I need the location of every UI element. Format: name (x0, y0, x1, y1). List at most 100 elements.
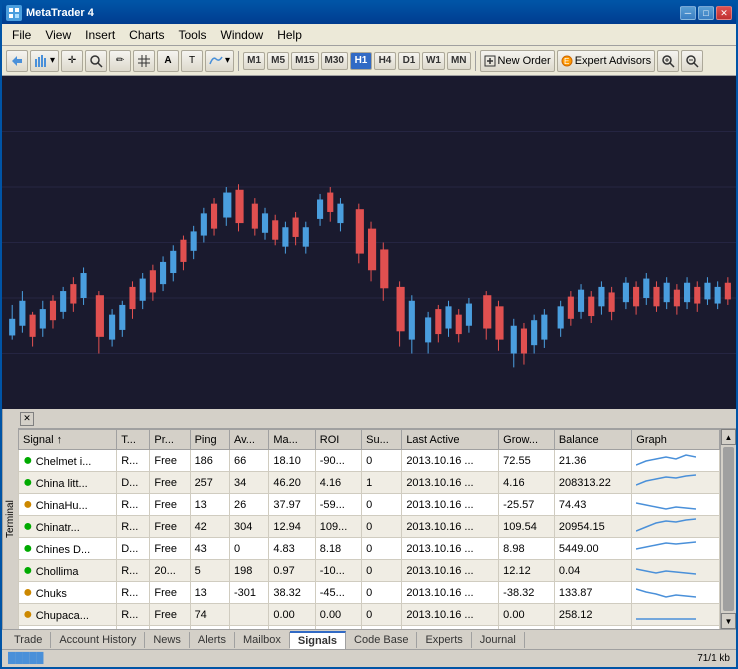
tab-journal[interactable]: Journal (472, 632, 525, 648)
cell-balance: 20954.15 (554, 516, 631, 538)
cell-ma: 38.32 (269, 582, 315, 604)
chart-area[interactable] (2, 76, 736, 409)
menu-help[interactable]: Help (271, 26, 308, 44)
toolbar-zoom-in[interactable] (657, 50, 679, 72)
tf-m15[interactable]: M15 (291, 52, 318, 70)
cell-last-active: 2013.10.16 ... (402, 604, 499, 626)
toolbar-chart-btn[interactable]: ▾ (30, 50, 59, 72)
cell-signal-name: ● Chelmet i... (19, 450, 117, 472)
tf-h1[interactable]: H1 (350, 52, 372, 70)
cell-su: 0 (362, 494, 402, 516)
cell-ma: 18.10 (269, 450, 315, 472)
table-row[interactable]: ● Chines D... D... Free 43 0 4.83 8.18 0… (19, 538, 720, 560)
cell-su: 0 (362, 538, 402, 560)
col-roi[interactable]: ROI (315, 430, 361, 450)
cell-signal-name: ● ChinaHu... (19, 494, 117, 516)
toolbar-arrow-btn[interactable] (6, 50, 28, 72)
cell-ma: 0.97 (269, 560, 315, 582)
cell-price: Free (150, 516, 190, 538)
tab-news[interactable]: News (145, 632, 190, 648)
cell-graph (632, 450, 720, 472)
toolbar-t-btn[interactable]: T (181, 50, 203, 72)
col-last-active[interactable]: Last Active (402, 430, 499, 450)
tab-code-base[interactable]: Code Base (346, 632, 417, 648)
toolbar-zoom-out[interactable] (681, 50, 703, 72)
menu-charts[interactable]: Charts (123, 26, 170, 44)
cell-grow: 8.98 (499, 538, 555, 560)
maximize-button[interactable]: □ (698, 6, 714, 20)
cell-type: R... (117, 582, 150, 604)
scroll-down-btn[interactable]: ▼ (721, 613, 736, 629)
table-row[interactable]: ● Chinatr... R... Free 42 304 12.94 109.… (19, 516, 720, 538)
toolbar-indicator-btn[interactable]: ▾ (205, 50, 234, 72)
toolbar-grid-btn[interactable] (133, 50, 155, 72)
toolbar-new-order[interactable]: New Order (480, 50, 555, 72)
cell-graph (632, 494, 720, 516)
signal-toolbar: ✕ (18, 409, 736, 429)
tab-alerts[interactable]: Alerts (190, 632, 235, 648)
table-row[interactable]: ● China litt... D... Free 257 34 46.20 4… (19, 472, 720, 494)
title-bar: MetaTrader 4 ─ □ ✕ (2, 2, 736, 24)
main-window: MetaTrader 4 ─ □ ✕ File View Insert Char… (0, 0, 738, 669)
cell-ping: 42 (190, 516, 229, 538)
col-ping[interactable]: Ping (190, 430, 229, 450)
col-type[interactable]: T... (117, 430, 150, 450)
scroll-up-btn[interactable]: ▲ (721, 429, 736, 445)
cell-last-active: 2013.10.16 ... (402, 560, 499, 582)
cell-type: R... (117, 560, 150, 582)
cell-balance: 21.36 (554, 450, 631, 472)
col-price[interactable]: Pr... (150, 430, 190, 450)
minimize-button[interactable]: ─ (680, 6, 696, 20)
cell-grow: 109.54 (499, 516, 555, 538)
cell-grow: 4.16 (499, 472, 555, 494)
menu-window[interactable]: Window (215, 26, 270, 44)
toolbar-a-btn[interactable]: A (157, 50, 179, 72)
tab-signals[interactable]: Signals (290, 631, 346, 649)
cell-grow: 72.55 (499, 450, 555, 472)
table-row[interactable]: ● Chollima R... 20... 5 198 0.97 -10... … (19, 560, 720, 582)
toolbar-pencil-btn[interactable]: ✏ (109, 50, 131, 72)
cell-price: Free (150, 538, 190, 560)
table-row[interactable]: ● Chuks R... Free 13 -301 38.32 -45... 0… (19, 582, 720, 604)
col-ma[interactable]: Ma... (269, 430, 315, 450)
menu-file[interactable]: File (6, 26, 37, 44)
tf-m30[interactable]: M30 (321, 52, 348, 70)
cell-graph (632, 538, 720, 560)
tf-d1[interactable]: D1 (398, 52, 420, 70)
scroll-thumb[interactable] (723, 447, 734, 611)
toolbar-cursor-btn[interactable]: ✛ (61, 50, 83, 72)
menu-tools[interactable]: Tools (173, 26, 213, 44)
menu-insert[interactable]: Insert (79, 26, 121, 44)
table-row[interactable]: ● Chupaca... R... Free 74 0.00 0.00 0 20… (19, 604, 720, 626)
toolbar-zoom-btn[interactable] (85, 50, 107, 72)
menu-view[interactable]: View (39, 26, 77, 44)
table-row[interactable]: ● Chelmet i... R... Free 186 66 18.10 -9… (19, 450, 720, 472)
tf-mn[interactable]: MN (447, 52, 471, 70)
tab-account-history[interactable]: Account History (51, 632, 145, 648)
tf-m1[interactable]: M1 (243, 52, 265, 70)
cell-roi: 0.00 (315, 604, 361, 626)
col-balance[interactable]: Balance (554, 430, 631, 450)
toolbar-expert-advisors[interactable]: E Expert Advisors (557, 50, 655, 72)
cell-type: R... (117, 604, 150, 626)
col-su[interactable]: Su... (362, 430, 402, 450)
status-bars: █████ (8, 653, 43, 664)
col-signal[interactable]: Signal ↑ (19, 430, 117, 450)
close-button[interactable]: ✕ (716, 6, 732, 20)
panel-close-btn[interactable]: ✕ (20, 412, 34, 426)
tf-m5[interactable]: M5 (267, 52, 289, 70)
tab-trade[interactable]: Trade (6, 632, 51, 648)
cell-graph (632, 560, 720, 582)
cell-roi: -90... (315, 450, 361, 472)
tab-experts[interactable]: Experts (417, 632, 471, 648)
col-grow[interactable]: Grow... (499, 430, 555, 450)
table-row[interactable]: ● ChinaHu... R... Free 13 26 37.97 -59..… (19, 494, 720, 516)
tf-w1[interactable]: W1 (422, 52, 445, 70)
cell-balance: 133.87 (554, 582, 631, 604)
cell-ping: 43 (190, 538, 229, 560)
tf-h4[interactable]: H4 (374, 52, 396, 70)
col-av[interactable]: Av... (229, 430, 268, 450)
col-graph[interactable]: Graph (632, 430, 720, 450)
cell-ping: 74 (190, 604, 229, 626)
tab-mailbox[interactable]: Mailbox (235, 632, 290, 648)
